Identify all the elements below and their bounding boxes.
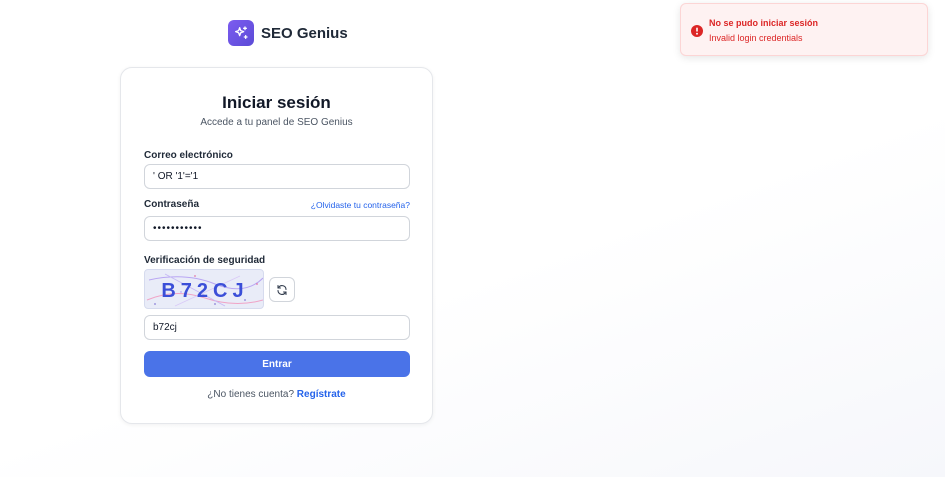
signup-prompt: ¿No tienes cuenta? Regístrate: [121, 389, 432, 400]
captcha-text: B72CJ: [161, 280, 248, 302]
page-subtitle: Accede a tu panel de SEO Genius: [200, 117, 353, 128]
error-icon: [691, 24, 703, 42]
captcha-label: Verificación de seguridad: [144, 255, 266, 266]
svg-text:B72CJ: B72CJ: [161, 280, 248, 302]
password-field[interactable]: [144, 216, 410, 241]
captcha-input[interactable]: [144, 315, 410, 340]
sparkles-icon: [228, 20, 254, 46]
brand-name: SEO Genius: [261, 24, 348, 42]
captcha-image: B72CJ: [144, 269, 264, 309]
login-card: Iniciar sesión Accede a tu panel de SEO …: [120, 67, 433, 424]
page-title: Iniciar sesión: [222, 93, 331, 112]
refresh-icon: [277, 284, 287, 295]
signup-link[interactable]: Regístrate: [297, 389, 346, 400]
forgot-password-link[interactable]: ¿Olvidaste tu contraseña?: [311, 200, 410, 210]
toast-title: No se pudo iniciar sesión: [709, 18, 819, 28]
captcha-refresh-button[interactable]: [269, 277, 295, 302]
password-label: Contraseña: [144, 199, 200, 210]
signup-prompt-text: ¿No tienes cuenta?: [207, 389, 295, 400]
email-field[interactable]: [144, 164, 410, 189]
email-label: Correo electrónico: [144, 150, 233, 161]
login-button[interactable]: Entrar: [144, 351, 410, 377]
error-toast: No se pudo iniciar sesión Invalid login …: [680, 3, 928, 56]
brand: SEO Genius: [228, 20, 348, 46]
toast-message: Invalid login credentials: [709, 33, 803, 43]
